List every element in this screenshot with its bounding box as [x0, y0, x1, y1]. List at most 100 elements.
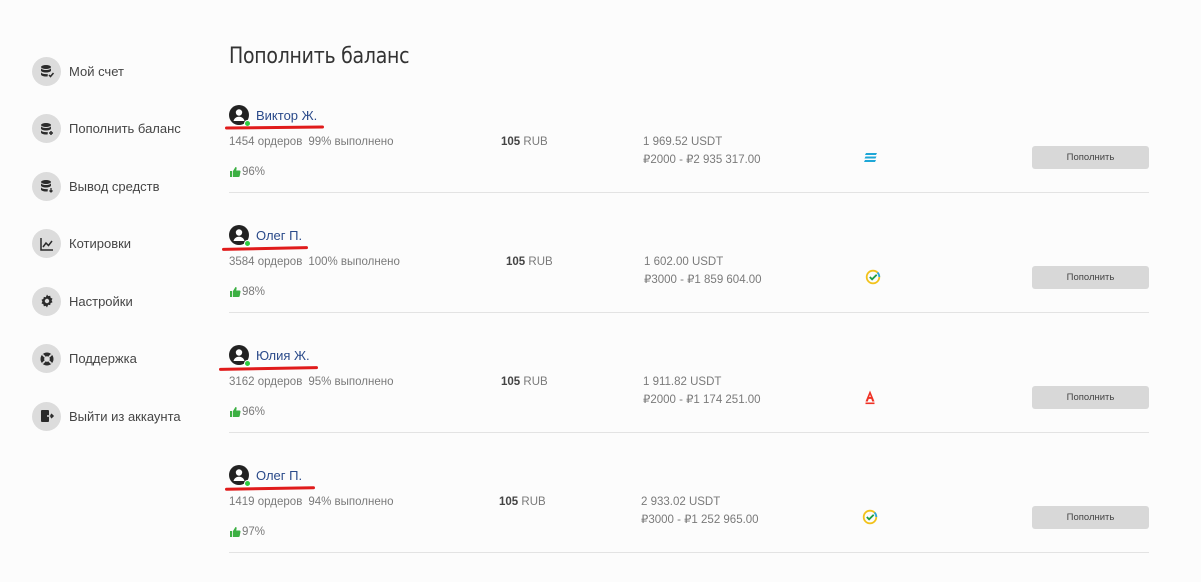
completion-rate: 95% выполнено	[308, 376, 394, 388]
annotation-underline	[221, 246, 309, 251]
coins-check-icon	[32, 56, 61, 86]
price-value: 105	[499, 496, 519, 508]
rating-value: 97%	[242, 526, 266, 538]
rating-value: 96%	[242, 166, 266, 178]
orders-count: 1454 ордеров	[229, 136, 303, 148]
user-name-link[interactable]: Виктор Ж.	[256, 108, 317, 123]
order-stats: 3584 ордеров 100% выполнено	[229, 256, 400, 268]
price: 105 RUB	[501, 376, 548, 388]
chart-line-icon	[32, 229, 61, 258]
bank-stripes-icon	[863, 149, 879, 165]
price: 105 RUB	[501, 136, 548, 148]
rating: 98%	[229, 286, 265, 298]
offer-list: Виктор Ж. 1454 ордеров 99% выполнено 96% …	[218, 96, 1149, 576]
price-currency: RUB	[528, 256, 553, 268]
rating: 96%	[229, 406, 265, 418]
deposit-button[interactable]: Пополнить	[1032, 146, 1149, 169]
order-stats: 3162 ордеров 95% выполнено	[229, 376, 393, 388]
annotation-underline	[218, 366, 319, 371]
sidebar-item-logout[interactable]: Выйти из аккаунта	[32, 401, 212, 431]
sidebar-item-withdraw[interactable]: Вывод средств	[32, 171, 212, 201]
user-name-link[interactable]: Юлия Ж.	[256, 348, 310, 363]
deposit-button[interactable]: Пополнить	[1032, 506, 1149, 529]
sidebar-item-label: Пополнить баланс	[69, 121, 181, 136]
orders-count: 1419 ордеров	[229, 496, 303, 508]
sidebar-item-label: Настройки	[69, 293, 133, 309]
sidebar-item-label: Мой счет	[69, 63, 124, 79]
orders-count: 3162 ордеров	[229, 376, 303, 388]
order-stats: 1419 ордеров 94% выполнено	[229, 496, 393, 508]
online-status-dot	[244, 480, 251, 487]
price-currency: RUB	[523, 136, 548, 148]
available-amount: 1 969.52 USDT	[643, 136, 723, 148]
lifebuoy-icon	[32, 344, 61, 373]
thumbs-up-icon	[230, 287, 241, 297]
annotation-underline	[224, 125, 325, 130]
available-amount: 1 602.00 USDT	[644, 256, 724, 268]
online-status-dot	[244, 360, 251, 367]
sidebar-item-label: Поддержка	[69, 351, 137, 366]
rating: 96%	[229, 166, 265, 178]
page-title: Пополнить баланс	[229, 44, 410, 69]
price-value: 105	[501, 136, 521, 148]
sidebar-item-deposit[interactable]: Пополнить баланс	[32, 114, 212, 144]
price-currency: RUB	[521, 496, 546, 508]
user-info[interactable]: Олег П.	[229, 225, 302, 247]
price-currency: RUB	[523, 376, 548, 388]
order-stats: 1454 ордеров 99% выполнено	[229, 136, 393, 148]
available-amount: 2 933.02 USDT	[641, 496, 721, 508]
limits-range: ₽2000 - ₽2 935 317.00	[643, 154, 761, 166]
user-info[interactable]: Виктор Ж.	[229, 105, 317, 127]
limits-range: ₽3000 - ₽1 859 604.00	[644, 274, 762, 286]
sber-check-icon	[865, 269, 881, 285]
rating-value: 98%	[242, 286, 266, 298]
limits-range: ₽2000 - ₽1 174 251.00	[643, 394, 761, 406]
completion-rate: 99% выполнено	[308, 136, 394, 148]
sber-check-icon	[862, 509, 878, 525]
sidebar-item-label: Котировки	[69, 236, 132, 251]
sidebar-item-label: Вывод средств	[69, 178, 160, 194]
rating-value: 96%	[242, 406, 266, 418]
offer-row: Юлия Ж. 3162 ордеров 95% выполнено 96% 10…	[218, 336, 1149, 433]
thumbs-up-icon	[230, 527, 241, 537]
sidebar-item-settings[interactable]: Настройки	[32, 286, 212, 316]
thumbs-up-icon	[230, 167, 241, 177]
limits-block: 1 911.82 USDT ₽2000 - ₽1 174 251.00	[643, 373, 761, 409]
deposit-button[interactable]: Пополнить	[1032, 386, 1149, 409]
deposit-button[interactable]: Пополнить	[1032, 266, 1149, 289]
sidebar-item-quotes[interactable]: Котировки	[32, 229, 212, 259]
annotation-underline	[224, 486, 316, 491]
completion-rate: 100% выполнено	[308, 256, 400, 268]
gear-icon	[32, 286, 61, 316]
user-name-link[interactable]: Олег П.	[256, 468, 302, 483]
alfa-a-icon	[862, 389, 878, 405]
user-info[interactable]: Олег П.	[229, 465, 302, 487]
sidebar-item-account[interactable]: Мой счет	[32, 56, 212, 86]
offer-row: Олег П. 3584 ордеров 100% выполнено 98% 1…	[221, 216, 1149, 313]
offer-row: Виктор Ж. 1454 ордеров 99% выполнено 96% …	[224, 96, 1149, 193]
user-info[interactable]: Юлия Ж.	[229, 345, 310, 367]
limits-block: 1 969.52 USDT ₽2000 - ₽2 935 317.00	[643, 133, 761, 169]
offer-row: Олег П. 1419 ордеров 94% выполнено 97% 10…	[224, 456, 1149, 553]
price-value: 105	[506, 256, 526, 268]
rating: 97%	[229, 526, 265, 538]
price-value: 105	[501, 376, 521, 388]
limits-block: 1 602.00 USDT ₽3000 - ₽1 859 604.00	[644, 253, 762, 289]
limits-block: 2 933.02 USDT ₽3000 - ₽1 252 965.00	[641, 493, 759, 529]
sidebar-item-support[interactable]: Поддержка	[32, 344, 212, 374]
completion-rate: 94% выполнено	[308, 496, 394, 508]
thumbs-up-icon	[230, 407, 241, 417]
logout-icon	[32, 401, 61, 431]
online-status-dot	[244, 240, 251, 247]
coins-out-icon	[32, 171, 61, 201]
page: Мой счет Пополнить баланс Вывод средств …	[0, 0, 1201, 582]
orders-count: 3584 ордеров	[229, 256, 303, 268]
limits-range: ₽3000 - ₽1 252 965.00	[641, 514, 759, 526]
coins-plus-icon	[32, 114, 61, 143]
sidebar-item-label: Выйти из аккаунта	[69, 408, 181, 424]
sidebar: Мой счет Пополнить баланс Вывод средств …	[32, 56, 212, 459]
price: 105 RUB	[506, 256, 553, 268]
user-name-link[interactable]: Олег П.	[256, 228, 302, 243]
price: 105 RUB	[499, 496, 546, 508]
available-amount: 1 911.82 USDT	[643, 376, 722, 388]
